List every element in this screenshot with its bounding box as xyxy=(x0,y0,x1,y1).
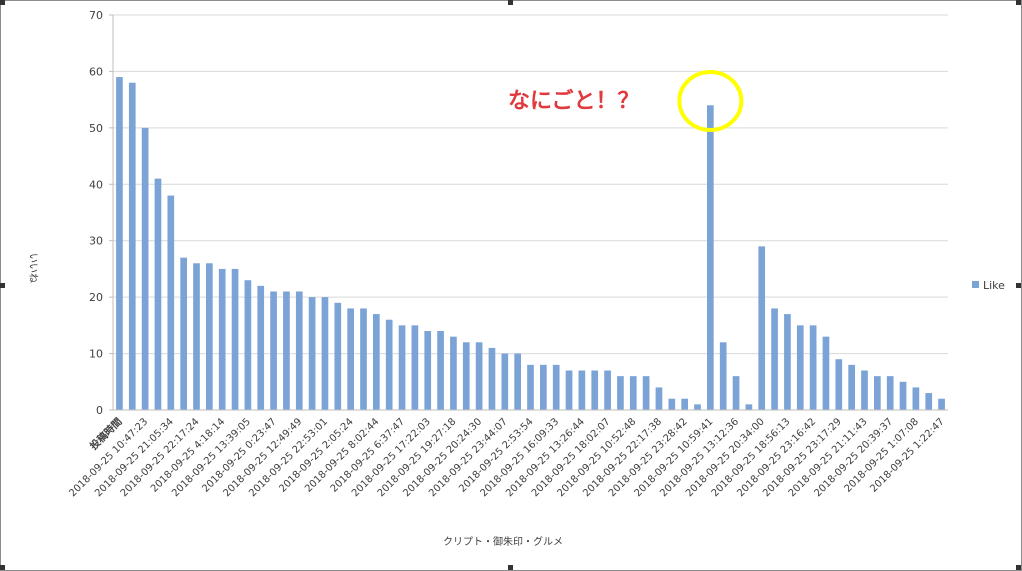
bar xyxy=(732,376,740,410)
bar xyxy=(295,291,303,410)
bar xyxy=(809,325,817,410)
bar xyxy=(719,342,727,410)
annotation-text: なにごと！？ xyxy=(508,88,640,114)
y-tick-label: 60 xyxy=(89,65,103,78)
bar xyxy=(617,376,624,410)
bar xyxy=(193,263,200,410)
bar xyxy=(912,387,920,410)
legend-swatch-like xyxy=(972,281,979,288)
bar xyxy=(257,285,265,410)
bar xyxy=(796,325,804,410)
y-tick-label: 40 xyxy=(89,178,103,191)
bar xyxy=(373,314,380,410)
x-axis-tick-labels: 投稿時間2018-09-25 10:47:232018-09-25 21:05:… xyxy=(67,415,946,499)
bar xyxy=(514,353,521,410)
y-tick-label: 50 xyxy=(89,122,103,135)
legend-label-like: Like xyxy=(983,279,1005,292)
bar xyxy=(462,342,470,410)
bar xyxy=(385,319,393,410)
y-tick-label: 20 xyxy=(89,291,103,304)
bar xyxy=(540,364,547,410)
bar xyxy=(206,263,213,410)
bar xyxy=(629,376,637,410)
bar xyxy=(642,376,650,410)
bar xyxy=(771,308,778,410)
bar xyxy=(822,336,830,410)
y-axis-ticks: 0 10 20 30 40 50 60 70 xyxy=(89,9,113,417)
x-axis-title: クリプト・御朱印・グルメ xyxy=(443,535,563,548)
bar xyxy=(668,398,676,410)
y-tick-label: 10 xyxy=(89,348,103,361)
y-tick-label: 30 xyxy=(89,235,103,248)
bar xyxy=(128,82,136,410)
y-tick-label: 70 xyxy=(89,9,103,22)
bar xyxy=(886,376,894,410)
bar xyxy=(450,336,457,410)
bar xyxy=(283,291,290,410)
bar xyxy=(398,325,406,410)
bar xyxy=(334,302,342,410)
bar xyxy=(218,268,226,410)
bar xyxy=(321,297,329,410)
bar xyxy=(360,308,367,410)
bar xyxy=(141,127,149,410)
bar xyxy=(655,387,663,410)
bar xyxy=(591,370,599,410)
bar xyxy=(488,347,496,410)
bar xyxy=(578,370,586,410)
bar xyxy=(347,308,354,410)
bar xyxy=(116,77,123,411)
bar xyxy=(707,105,714,411)
bar xyxy=(527,364,534,410)
bar xyxy=(604,370,611,410)
bar xyxy=(899,381,907,410)
bar xyxy=(745,404,753,410)
bar xyxy=(308,297,316,410)
bar xyxy=(231,268,239,410)
bar xyxy=(681,398,688,410)
bar xyxy=(565,370,573,410)
y-axis-title: いいね xyxy=(27,253,39,283)
bar xyxy=(848,364,855,410)
bars xyxy=(116,77,945,411)
bar xyxy=(501,353,509,410)
bar xyxy=(244,280,252,410)
bar xyxy=(154,178,162,410)
bar xyxy=(411,325,419,410)
bar xyxy=(167,195,175,410)
bar xyxy=(437,331,444,410)
legend: Like xyxy=(972,279,1005,292)
bar xyxy=(874,376,881,410)
bar xyxy=(424,331,432,410)
y-tick-label: 0 xyxy=(96,404,103,417)
bar xyxy=(784,314,791,410)
bar xyxy=(835,359,843,410)
bar xyxy=(861,370,868,410)
bar xyxy=(180,257,187,410)
bar xyxy=(552,364,560,410)
bar xyxy=(758,246,766,410)
bar xyxy=(475,342,483,410)
bar xyxy=(938,398,945,410)
bar xyxy=(270,291,277,410)
bar xyxy=(694,404,701,410)
bar xyxy=(925,393,933,410)
bar-chart: 0 10 20 30 40 50 60 70 投稿時間2018-09-25 10:47:232… xyxy=(27,9,1005,548)
